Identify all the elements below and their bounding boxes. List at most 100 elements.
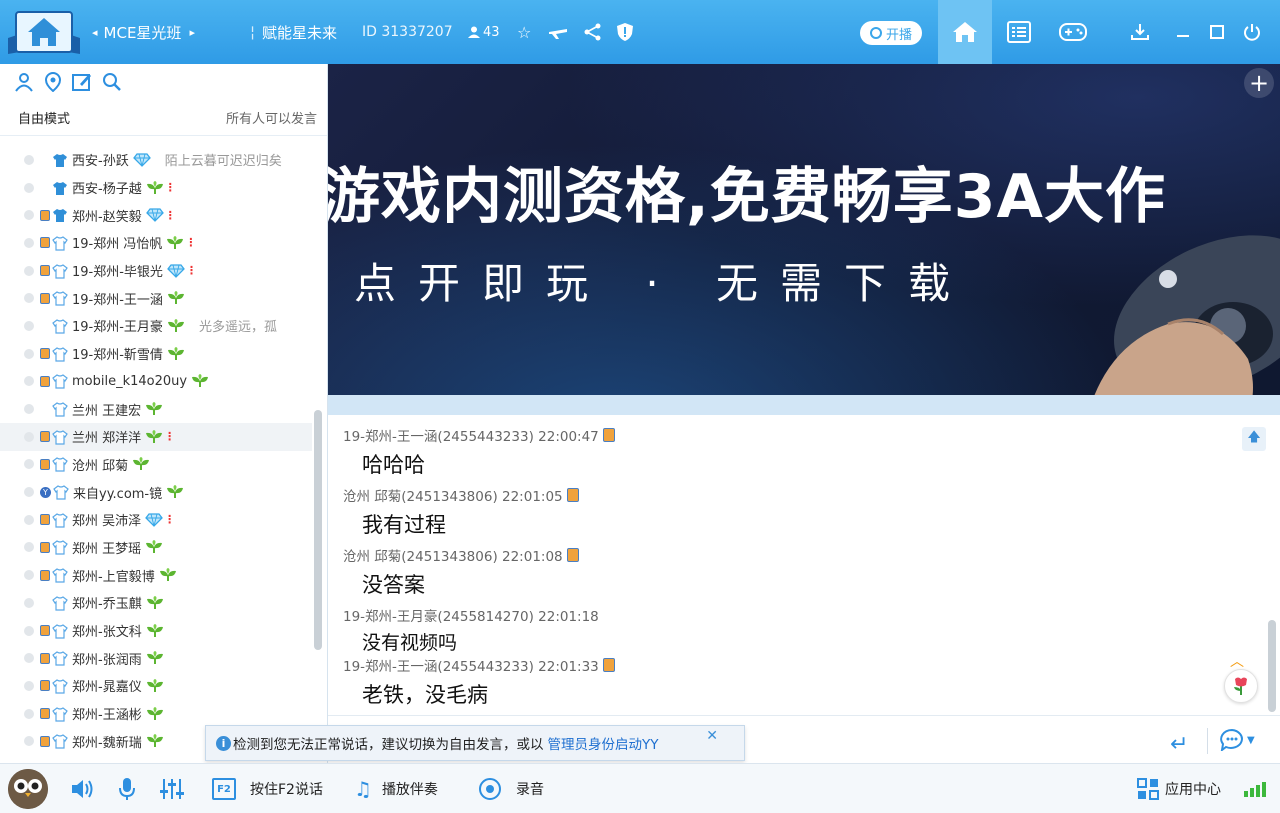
member-item[interactable]: 郑州-赵笑毅 ⋮ [0,201,312,229]
speak-mode-row[interactable]: 自由模式 所有人可以发言 [0,100,327,136]
member-list-scrollbar[interactable] [314,410,322,650]
record-button[interactable]: 录音 [478,764,544,813]
chat-message-text: 没有视频吗 [362,632,458,654]
member-item[interactable]: 郑州-张润雨 [0,644,312,672]
close-icon[interactable]: ✕ [706,728,718,744]
device-icon [40,431,50,443]
minimize-icon[interactable] [1171,20,1195,44]
device-icon [40,541,50,553]
scroll-top-icon[interactable]: 🡅 [1242,427,1266,451]
alert-mark-icon: ⋮ [164,208,176,222]
device-icon [40,209,50,221]
microphone-icon[interactable] [118,764,136,813]
chat-message-text: 没答案 [362,573,425,597]
push-to-talk-button[interactable]: F2 按住F2说话 [212,764,323,813]
chat-message-meta[interactable]: 19-郑州-王一涵(2455443233) 22:01:33 [343,655,617,675]
member-role-icon [52,568,68,583]
ad-banner[interactable]: 游戏内测资格,免费畅享3A大作 点开即玩 · 无需下载 + [328,64,1280,395]
member-item[interactable]: 19-郑州 冯怡帆 ⋮ [0,229,312,257]
member-name: 兰州 郑洋洋 [72,431,142,447]
member-role-icon [52,319,68,334]
chat-message-meta[interactable]: 沧州 邱菊(2451343806) 22:01:08 [343,545,581,565]
member-item[interactable]: 郑州-上官毅博 [0,561,312,589]
member-item[interactable]: 19-郑州-王月豪 光多遥远，孤 [0,312,312,340]
member-role-icon [52,236,68,251]
tab-list[interactable] [992,0,1046,64]
member-item[interactable]: 郑州-晁嘉仪 [0,672,312,700]
download-icon[interactable] [1128,20,1152,44]
signal-strength-icon [1243,764,1267,813]
chat-message-text: 我有过程 [362,513,446,537]
member-item[interactable]: 郑州-张文科 [0,617,312,645]
share-icon[interactable] [584,0,602,64]
tab-games[interactable] [1046,0,1100,64]
leaf-level-icon [146,623,163,637]
status-dot-icon [24,293,34,304]
live-dot-icon [869,27,882,39]
member-item[interactable]: Y 来自yy.com-镜 [0,478,312,506]
user-icon [468,26,480,38]
equalizer-icon[interactable] [160,764,184,813]
yy-client-window: ◂ MCE星光班 ▸ ¦ 赋能星未来 ID 31337207 43 ☆ 开播 自… [0,0,1280,813]
member-item[interactable]: 沧州 邱菊 [0,451,312,479]
play-accompaniment-button[interactable]: ♫ 播放伴奏 [354,764,438,813]
power-icon[interactable] [1240,20,1264,44]
tab-home[interactable] [938,0,992,64]
plane-icon[interactable] [548,0,568,64]
chat-message-meta[interactable]: 19-郑州-王月豪(2455814270) 22:01:18 [343,605,599,625]
member-name: 19-郑州-靳雪倩 [72,348,163,364]
avatar[interactable] [8,769,48,809]
member-name: 郑州-王涵彬 [72,708,142,724]
go-live-button[interactable]: 开播 [860,21,922,45]
leaf-level-icon [146,540,163,554]
speaker-volume-icon[interactable] [70,764,94,813]
status-dot-icon [24,265,34,276]
member-role-icon [52,513,68,528]
member-item[interactable]: 19-郑州-王一涵 [0,284,312,312]
expand-up-icon[interactable]: ︿ [1230,651,1244,671]
member-item[interactable]: 19-郑州-靳雪倩 [0,340,312,368]
member-name: 郑州 吴沛泽 [72,514,142,530]
speaker-left-icon: ◂ [92,25,98,39]
member-item[interactable]: 兰州 郑洋洋 ⋮ [0,422,312,451]
device-icon [40,652,50,664]
home-logo-icon[interactable] [6,8,82,58]
flower-gift-icon[interactable] [1224,669,1258,703]
status-dot-icon [24,431,34,442]
send-enter-icon[interactable]: ↵ [1170,732,1188,757]
chat-area: 🡅 ︿ 19-郑州-王一涵(2455443233) 22:00:47 哈哈哈 沧州 … [328,415,1280,715]
member-item[interactable]: 西安-孙跃 陌上云暮可迟迟归矣 [0,146,312,174]
location-icon[interactable] [44,72,62,92]
add-icon[interactable]: + [1244,68,1274,98]
emoji-menu-button[interactable]: ▼ [1220,729,1255,751]
device-icon [602,658,615,672]
member-item[interactable]: 郑州-乔玉麒 [0,589,312,617]
status-dot-icon [24,625,34,636]
member-name: 郑州-乔玉麒 [72,597,142,613]
member-item[interactable]: mobile_k14o20uy [0,368,312,396]
member-item[interactable]: 郑州 王梦瑶 [0,534,312,562]
edit-board-icon[interactable] [72,72,92,92]
channel-name[interactable]: ◂ MCE星光班 ▸ [92,0,195,64]
member-name: 19-郑州-王一涵 [72,292,163,308]
member-item[interactable]: 郑州 吴沛泽 ⋮ [0,506,312,534]
member-item[interactable]: 郑州-王涵彬 [0,700,312,728]
member-name: 19-郑州-王月豪 [72,320,163,336]
music-note-icon: ♫ [354,777,372,801]
member-item[interactable]: 西安-杨子越 ⋮ [0,174,312,202]
chat-message-meta[interactable]: 19-郑州-王一涵(2455443233) 22:00:47 [343,425,617,445]
diamond-level-icon [145,513,163,527]
admin-launch-link[interactable]: 管理员身份启动YY [548,733,659,753]
chat-scrollbar[interactable] [1268,620,1276,712]
star-icon[interactable]: ☆ [517,0,531,64]
member-role-icon [52,706,68,722]
chat-message-meta[interactable]: 沧州 邱菊(2451343806) 22:01:05 [343,485,581,505]
speak-warning-notice: i 检测到您无法正常说话，建议切换为自由发言，或以 管理员身份启动YY ✕ [205,725,745,761]
maximize-icon[interactable] [1205,20,1229,44]
search-icon[interactable] [102,72,122,92]
app-center-button[interactable]: 应用中心 [1137,764,1221,813]
member-item[interactable]: 19-郑州-毕银光 ⋮ [0,257,312,285]
shield-icon[interactable] [616,0,634,64]
person-icon[interactable] [14,72,34,92]
member-item[interactable]: 兰州 王建宏 [0,395,312,423]
